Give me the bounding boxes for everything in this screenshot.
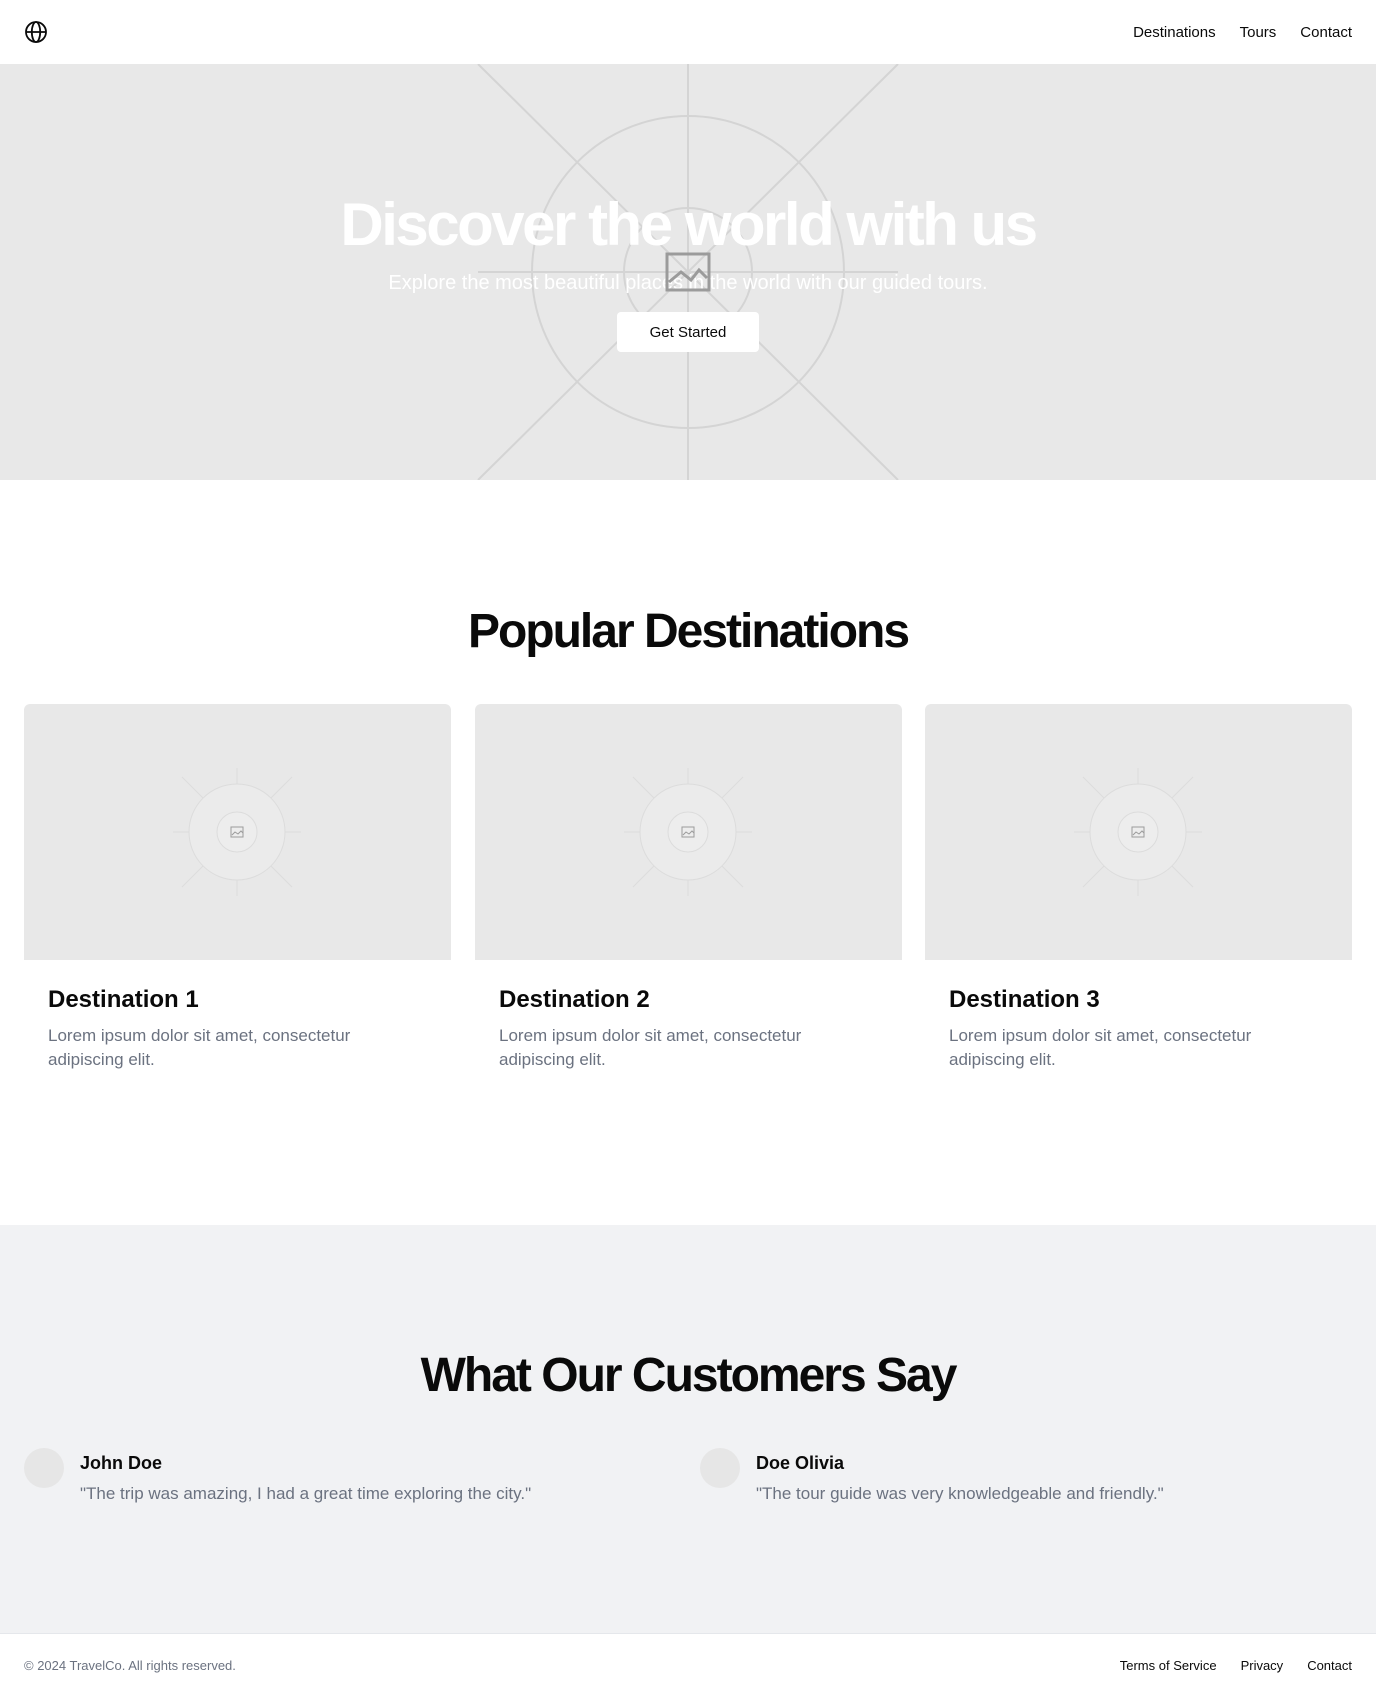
site-header: Destinations Tours Contact: [0, 0, 1376, 64]
hero-content: Discover the world with us Explore the m…: [0, 64, 1376, 480]
destination-image-placeholder: [925, 704, 1352, 960]
site-footer: © 2024 TravelCo. All rights reserved. Te…: [0, 1633, 1376, 1697]
testimonial-name: Doe Olivia: [756, 1453, 845, 1473]
copyright-text: © 2024 TravelCo. All rights reserved.: [24, 1658, 236, 1673]
destination-card[interactable]: Destination 3 Lorem ipsum dolor sit amet…: [925, 704, 1352, 1090]
avatar: [700, 1448, 740, 1488]
destination-description: Lorem ipsum dolor sit amet, consectetur …: [499, 1026, 802, 1069]
hero-section: Discover the world with us Explore the m…: [0, 64, 1376, 480]
nav-link-contact[interactable]: Contact: [1300, 24, 1352, 41]
testimonial-quote: "The tour guide was very knowledgeable a…: [756, 1484, 1164, 1503]
hero-title: Discover the world with us: [340, 191, 1038, 258]
destination-title: Destination 1: [48, 986, 199, 1013]
image-placeholder-icon: [665, 252, 711, 292]
destination-title: Destination 2: [499, 986, 650, 1013]
destinations-title: Popular Destinations: [467, 605, 910, 658]
nav-link-tours[interactable]: Tours: [1240, 24, 1277, 41]
testimonial-item: John Doe "The trip was amazing, I had a …: [24, 1448, 664, 1508]
destination-image-placeholder: [475, 704, 902, 960]
get-started-button[interactable]: Get Started: [617, 312, 759, 352]
destination-title: Destination 3: [949, 986, 1100, 1013]
testimonial-name: John Doe: [80, 1453, 163, 1473]
destination-image-placeholder: [24, 704, 451, 960]
testimonials-title: What Our Customers Say: [420, 1349, 958, 1402]
destination-card[interactable]: Destination 2 Lorem ipsum dolor sit amet…: [475, 704, 902, 1090]
footer-nav: Terms of Service Privacy Contact: [1120, 1658, 1352, 1673]
globe-icon[interactable]: [24, 20, 48, 44]
avatar: [24, 1448, 64, 1488]
testimonial-quote: "The trip was amazing, I had a great tim…: [80, 1484, 532, 1503]
main-nav: Destinations Tours Contact: [1133, 24, 1352, 41]
footer-link-contact[interactable]: Contact: [1307, 1658, 1352, 1673]
footer-link-terms[interactable]: Terms of Service: [1120, 1658, 1217, 1673]
destination-description: Lorem ipsum dolor sit amet, consectetur …: [949, 1026, 1252, 1069]
destination-description: Lorem ipsum dolor sit amet, consectetur …: [48, 1026, 351, 1069]
destination-card[interactable]: Destination 1 Lorem ipsum dolor sit amet…: [24, 704, 451, 1090]
testimonials-section: [0, 1225, 1376, 1633]
footer-link-privacy[interactable]: Privacy: [1241, 1658, 1284, 1673]
testimonial-item: Doe Olivia "The tour guide was very know…: [700, 1448, 1340, 1508]
nav-link-destinations[interactable]: Destinations: [1133, 24, 1216, 41]
